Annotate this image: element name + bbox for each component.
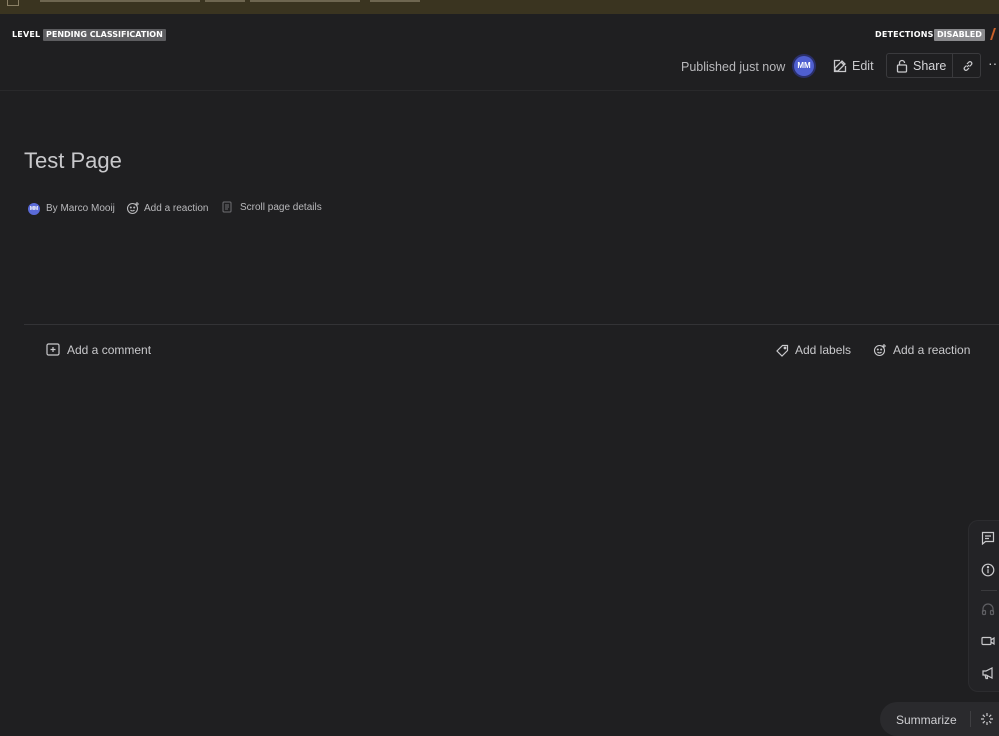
announcement-button[interactable]: [979, 664, 997, 682]
edit-button[interactable]: Edit: [828, 54, 878, 78]
page-title: Test Page: [24, 148, 122, 173]
add-labels-label: Add labels: [795, 343, 852, 357]
add-labels-button[interactable]: Add labels: [776, 343, 851, 357]
megaphone-icon: [981, 666, 995, 680]
rail-divider: [981, 590, 997, 591]
scroll-page-details-button[interactable]: Scroll page details: [222, 201, 322, 213]
content-divider: [24, 324, 999, 325]
video-button[interactable]: [979, 632, 997, 650]
summarize-button[interactable]: Summarize: [880, 702, 999, 736]
share-button[interactable]: Share: [887, 54, 953, 77]
add-comment-button[interactable]: Add a comment: [46, 343, 151, 357]
headphones-icon: [981, 602, 995, 616]
add-reaction-footer-button[interactable]: Add a reaction: [873, 343, 970, 357]
avatar[interactable]: MM: [794, 56, 814, 76]
video-icon: [981, 634, 995, 648]
summarize-label: Summarize: [896, 713, 957, 727]
level-badge: PENDING CLASSIFICATION: [43, 29, 166, 41]
published-status: Published just now: [681, 60, 786, 74]
author-avatar: MM: [28, 203, 40, 215]
comments-panel-button[interactable]: [979, 529, 997, 547]
scroll-details-label: Scroll page details: [240, 201, 322, 213]
copy-link-button[interactable]: [954, 54, 981, 77]
info-icon: [981, 563, 995, 577]
pencil-edge-icon: [990, 28, 999, 40]
add-comment-label: Add a comment: [67, 343, 152, 357]
share-label: Share: [913, 58, 947, 73]
summarize-divider: [970, 711, 971, 727]
browser-top-strip: [0, 0, 999, 14]
page-info-button[interactable]: [979, 561, 997, 579]
edit-label: Edit: [852, 59, 874, 73]
detections-badge: DISABLED: [934, 29, 985, 41]
link-icon: [962, 60, 974, 72]
more-actions-icon[interactable]: ···: [988, 58, 999, 72]
sparkle-icon: [980, 712, 994, 726]
add-reaction-button[interactable]: Add a reaction: [126, 201, 209, 215]
tag-icon: [776, 344, 789, 357]
level-label: LEVEL: [12, 30, 41, 39]
page-header: Published just now MM Edit Share ···: [0, 53, 999, 91]
scroll-icon: [222, 201, 232, 213]
side-toolbar: [968, 520, 999, 692]
share-group: Share: [886, 53, 981, 78]
classification-bar: LEVEL PENDING CLASSIFICATION DETECTIONS …: [0, 14, 999, 54]
author-name: By Marco Mooij: [46, 203, 115, 214]
comment-icon: [981, 531, 995, 545]
detections-label: DETECTIONS: [875, 30, 934, 39]
add-reaction-label: Add a reaction: [144, 202, 209, 214]
window-icon: [7, 0, 19, 6]
add-reaction-footer-label: Add a reaction: [893, 343, 971, 357]
pencil-icon: [833, 59, 847, 73]
listen-button[interactable]: [979, 600, 997, 618]
smiley-plus-icon: [873, 343, 887, 357]
lock-icon: [896, 59, 908, 73]
smiley-plus-icon: [126, 201, 140, 215]
comment-plus-icon: [46, 343, 60, 357]
